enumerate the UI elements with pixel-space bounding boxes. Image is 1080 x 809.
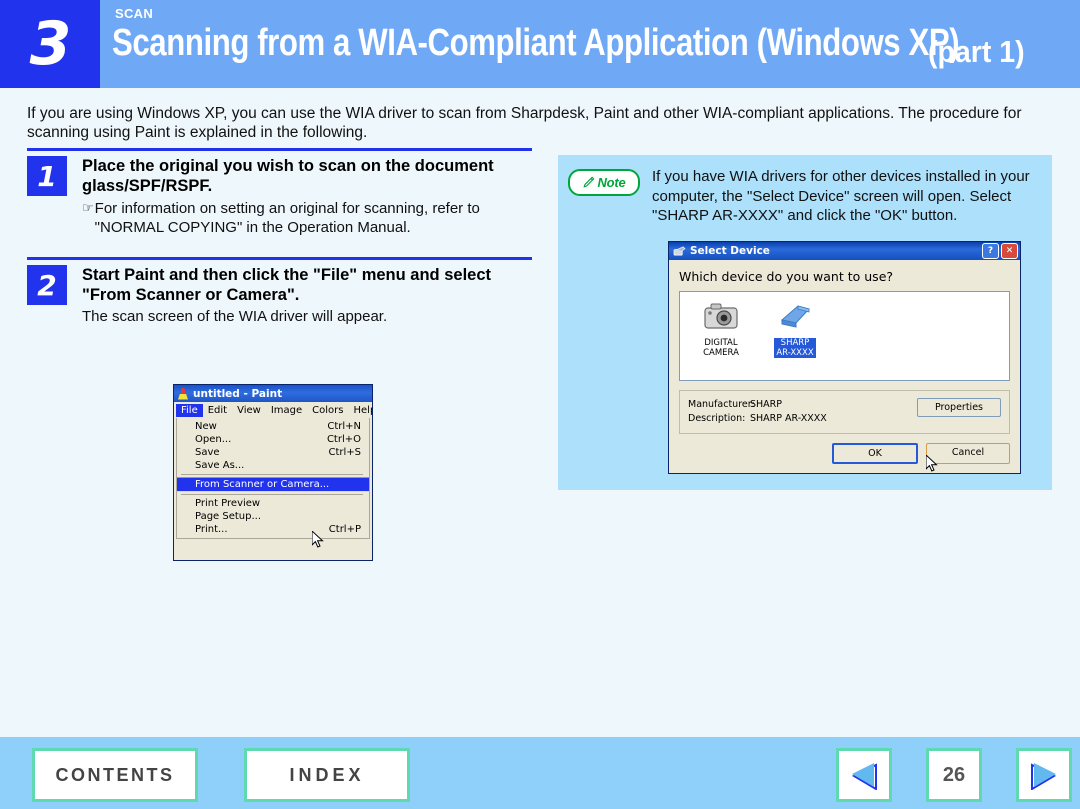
menu-item-new[interactable]: New Ctrl+N — [177, 420, 369, 433]
paint-menu-colors[interactable]: Colors — [307, 404, 348, 417]
menu-item-page-setup[interactable]: Page Setup... — [177, 510, 369, 523]
menu-item-accel — [343, 511, 361, 522]
note-badge: Note — [568, 169, 640, 196]
step-2-subtext: The scan screen of the WIA driver will a… — [82, 308, 388, 325]
contents-button[interactable]: CONTENTS — [32, 748, 198, 802]
menu-item-open[interactable]: Open... Ctrl+O — [177, 433, 369, 446]
device-item-sharp-scanner[interactable]: SHARP AR-XXXX — [766, 300, 824, 380]
digital-camera-icon — [704, 303, 738, 329]
pointing-hand-icon: ☞ — [82, 201, 94, 216]
device-label: SHARP AR-XXXX — [774, 338, 816, 358]
device-icon — [673, 246, 686, 256]
menu-item-from-scanner-or-camera[interactable]: From Scanner or Camera... — [177, 477, 369, 492]
menu-item-accel: Ctrl+N — [327, 421, 361, 432]
dialog-body: Which device do you want to use? DIGITAL… — [669, 260, 1020, 473]
step-spacer — [27, 237, 532, 257]
paint-menu-image[interactable]: Image — [266, 404, 307, 417]
detail-row-description: Description: SHARP AR-XXXX — [688, 412, 917, 426]
step-1-number: 1 — [27, 156, 67, 196]
device-details-panel: Manufacturer: SHARP Description: SHARP A… — [679, 390, 1010, 434]
menu-item-label: Print Preview — [195, 498, 261, 509]
detail-value: SHARP — [750, 399, 783, 410]
paint-menu-file[interactable]: File — [176, 403, 203, 417]
select-device-dialog: Select Device ? ✕ Which device do you wa… — [668, 241, 1021, 474]
menu-item-label: Open... — [195, 434, 232, 445]
menu-item-accel — [343, 498, 361, 509]
steps-column: 1 Place the original you wish to scan on… — [27, 148, 532, 326]
menu-item-accel: Ctrl+P — [328, 524, 361, 535]
device-label: DIGITAL CAMERA — [703, 338, 739, 358]
dialog-question: Which device do you want to use? — [679, 269, 894, 284]
step-1: 1 Place the original you wish to scan on… — [27, 148, 532, 237]
right-triangle-icon — [1031, 763, 1057, 790]
paint-app-icon — [177, 387, 189, 400]
menu-item-label: Save As... — [195, 460, 245, 471]
menu-item-accel: Ctrl+O — [326, 434, 361, 445]
step-divider — [27, 257, 532, 260]
step-2-heading: Start Paint and then click the "File" me… — [82, 266, 491, 304]
note-badge-label: Note — [597, 175, 626, 190]
cancel-button[interactable]: Cancel — [926, 443, 1010, 464]
step-divider — [27, 148, 532, 151]
left-triangle-icon — [851, 763, 877, 790]
menu-item-accel: Ctrl+S — [328, 447, 361, 458]
close-icon[interactable]: ✕ — [1001, 243, 1018, 259]
next-page-button[interactable] — [1016, 748, 1072, 802]
step-1-heading: Place the original you wish to scan on t… — [82, 157, 494, 195]
detail-label: Description: — [688, 413, 746, 424]
header-part-label: (part 1) — [928, 34, 1025, 69]
properties-button[interactable]: Properties — [917, 398, 1001, 417]
page-header: 3 SCAN Scanning from a WIA-Compliant App… — [0, 0, 1080, 88]
menu-item-label: Page Setup... — [195, 511, 262, 522]
menu-item-label: From Scanner or Camera... — [195, 479, 330, 490]
mouse-cursor-icon — [926, 455, 938, 472]
ok-button[interactable]: OK — [832, 443, 918, 464]
scanner-icon — [780, 305, 810, 328]
menu-item-label: Print... — [195, 524, 228, 535]
menu-item-print-preview[interactable]: Print Preview — [177, 497, 369, 510]
pencil-icon — [583, 176, 595, 188]
detail-label: Manufacturer: — [688, 399, 755, 410]
menu-separator — [181, 474, 363, 475]
paint-titlebar: untitled - Paint — [174, 385, 372, 402]
paint-menu-edit[interactable]: Edit — [203, 404, 232, 417]
paint-menu-view[interactable]: View — [232, 404, 266, 417]
dialog-titlebar: Select Device ? ✕ — [669, 242, 1020, 260]
intro-paragraph: If you are using Windows XP, you can use… — [27, 105, 1022, 141]
menu-separator — [181, 494, 363, 495]
menu-item-save[interactable]: Save Ctrl+S — [177, 446, 369, 459]
device-item-digital-camera[interactable]: DIGITAL CAMERA — [692, 300, 750, 380]
menu-item-save-as[interactable]: Save As... — [177, 459, 369, 472]
note-header: Note If you have WIA drivers for other d… — [558, 155, 1052, 226]
dialog-footer: OK Cancel — [679, 443, 1010, 472]
paint-window-screenshot: untitled - Paint File Edit View Image Co… — [173, 384, 373, 561]
paint-window-title: untitled - Paint — [193, 387, 283, 400]
paint-menu-help[interactable]: Help — [349, 404, 373, 417]
paint-file-menu-dropdown: New Ctrl+N Open... Ctrl+O Save Ctrl+S Sa… — [176, 418, 370, 548]
step-2: 2 Start Paint and then click the "File" … — [27, 257, 532, 326]
note-panel: Note If you have WIA drivers for other d… — [558, 155, 1052, 490]
detail-row-manufacturer: Manufacturer: SHARP — [688, 398, 917, 412]
step-2-number: 2 — [27, 265, 67, 305]
dialog-title: Select Device — [690, 245, 770, 257]
menu-item-print[interactable]: Print... Ctrl+P — [177, 523, 369, 536]
menu-item-label: Save — [195, 447, 220, 458]
menu-item-accel — [343, 479, 361, 490]
menu-item-label: New — [195, 421, 217, 432]
chapter-number: 3 — [0, 0, 100, 88]
previous-page-button[interactable] — [836, 748, 892, 802]
note-text: If you have WIA drivers for other device… — [652, 168, 1030, 224]
help-icon[interactable]: ? — [982, 243, 999, 259]
detail-value: SHARP AR-XXXX — [750, 413, 827, 424]
step-1-subtext: For information on setting an original f… — [94, 200, 480, 236]
menu-item-accel — [343, 460, 361, 471]
index-button[interactable]: INDEX — [244, 748, 410, 802]
page-number: 26 — [926, 748, 982, 802]
header-kicker: SCAN — [115, 6, 154, 21]
paint-menubar: File Edit View Image Colors Help — [174, 402, 372, 418]
device-listbox[interactable]: DIGITAL CAMERA SHARP AR-XXXX — [679, 291, 1010, 381]
page-title: Scanning from a WIA-Compliant Applicatio… — [112, 22, 960, 64]
